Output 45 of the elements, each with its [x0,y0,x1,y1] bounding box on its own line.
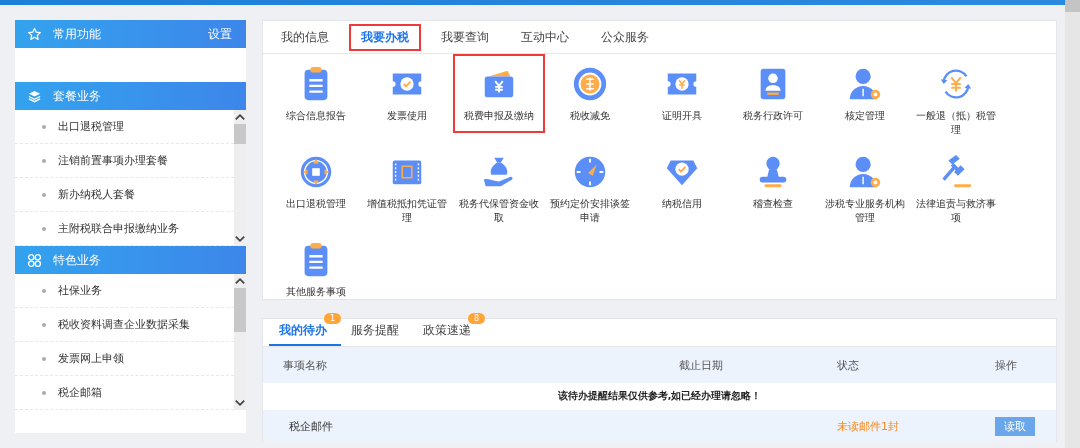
scroll-thumb[interactable] [234,288,246,332]
tab[interactable]: 我的信息 [269,23,341,51]
service-tile[interactable]: 预约定价安排谈签申请 [544,142,636,231]
tab[interactable]: 政策速递 8 [413,313,485,346]
column-header: 状态 [837,357,860,373]
service-tile[interactable]: 其他服务事项 [270,230,362,305]
service-tile[interactable]: 税务行政许可 [727,54,819,129]
grid-icon [27,252,42,268]
notice-text: 该待办提醒结果仅供参考,如已经办理请忽略！ [557,390,762,403]
service-tile[interactable]: 一般退（抵）税管理 [910,54,1002,143]
layers-icon [27,88,42,104]
column-header: 截止日期 [679,357,724,373]
service-tile[interactable]: 增值税抵扣凭证管理 [361,142,453,231]
service-tile[interactable]: 稽查检查 [727,142,819,217]
star-icon [27,26,42,42]
service-tile[interactable]: 出口退税管理 [270,142,362,217]
scrollbar[interactable] [234,110,246,246]
section-title: 套餐业务 [53,87,102,105]
section-title: 常用功能 [53,25,102,43]
service-tile[interactable]: 证明开具 [636,54,728,129]
service-tile[interactable]: 综合信息报告 [270,54,362,129]
settings-link[interactable]: 设置 [208,25,232,43]
scrollbar[interactable] [234,274,246,410]
table-cell-text: 未读邮件1封 [837,418,900,434]
scroll-thumb[interactable] [234,124,246,144]
tab[interactable]: 公众服务 [589,23,661,51]
service-tile[interactable]: 税费申报及缴纳 [453,54,545,133]
section-title: 特色业务 [53,251,102,269]
service-tile[interactable]: 税务代保管资金收取 [453,142,545,231]
tab[interactable]: 我要办税 [349,23,421,51]
column-header: 操作 [995,357,1018,373]
count-badge: 8 [467,313,485,324]
tab[interactable]: 我要查询 [429,23,501,51]
page-scrollbar[interactable] [1065,0,1080,448]
service-tile[interactable]: 税收减免 [544,54,636,129]
service-tile[interactable]: 纳税信用 [636,142,728,217]
tab[interactable]: 互动中心 [509,23,581,51]
count-badge: 1 [323,313,341,324]
column-header: 事项名称 [282,357,328,373]
service-tile[interactable]: 法律追责与救济事项 [910,142,1002,231]
tab[interactable]: 服务提醒 [341,313,413,346]
service-tile[interactable]: 发票使用 [361,54,453,129]
service-tile[interactable]: 核定管理 [819,54,911,129]
service-tile[interactable]: 涉税专业服务机构管理 [819,142,911,231]
table-cell-text: 税企邮件 [288,418,334,434]
